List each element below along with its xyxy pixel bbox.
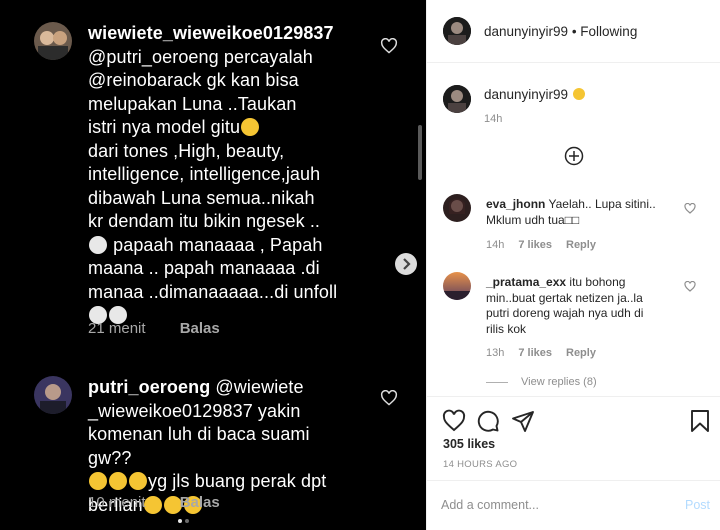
caption-time: 14h [484, 113, 503, 125]
tongue-emoji-icon [109, 472, 127, 490]
comment-meta: 21 menit Balas [88, 320, 220, 337]
comment-time: 21 menit [88, 320, 146, 337]
avatar[interactable] [443, 272, 471, 300]
comment-line: @wiewiete [210, 377, 304, 397]
comment-line: yg jls buang perak dpt [148, 471, 327, 491]
carousel-dots [178, 510, 192, 528]
avatar [34, 376, 72, 414]
caption-username[interactable]: danunyinyir99 [484, 87, 568, 102]
heart-icon[interactable] [442, 409, 466, 433]
view-replies-divider [486, 382, 508, 383]
comment-line: dibawah Luna semua..nikah [88, 187, 315, 208]
paper-plane-icon[interactable] [511, 409, 535, 433]
chevron-right-icon[interactable] [395, 253, 417, 275]
reply-button[interactable]: Balas [180, 320, 220, 337]
post-button[interactable]: Post [685, 498, 710, 512]
comment-meta: 14h 7 likes Reply [486, 239, 610, 251]
comment-text: _pratama_exx itu bohong min..buat gertak… [486, 275, 664, 337]
reply-button[interactable]: Reply [566, 239, 596, 251]
tongue-emoji-icon [89, 472, 107, 490]
author-username[interactable]: danunyinyir99 [484, 24, 568, 39]
heart-icon[interactable] [380, 390, 398, 406]
following-status[interactable]: Following [580, 24, 637, 39]
comment-username[interactable]: _pratama_exx [486, 275, 566, 289]
post-media: wiewiete_wieweikoe0129837 @putri_oeroeng… [0, 0, 426, 530]
comment-body: wiewiete_wieweikoe0129837 @putri_oeroeng… [88, 22, 348, 328]
likes-count[interactable]: 305 likes [443, 437, 495, 451]
plus-circle-icon[interactable] [564, 146, 584, 166]
comment-username[interactable]: wiewiete_wieweikoe0129837 [88, 22, 348, 46]
avatar [34, 22, 72, 60]
comment-line: intelligence, intelligence,jauh [88, 164, 321, 184]
crying-emoji-icon [89, 235, 107, 254]
comment-line: melupakan Luna ..Taukan [88, 93, 297, 114]
caption-text: danunyinyir99 [484, 87, 586, 102]
comment-line: komenan luh di baca suami gw?? [88, 424, 310, 468]
separator: • [568, 24, 581, 39]
add-comment-bar: Add a comment... Post [427, 480, 720, 530]
comment-username[interactable]: putri_oeroeng [88, 377, 210, 397]
post-header: danunyinyir99 • Following [427, 0, 720, 63]
comment-time: 10 menit [88, 494, 146, 511]
avatar[interactable] [443, 194, 471, 222]
tongue-emoji-icon [129, 472, 147, 490]
comment-line: _wieweikoe0129837 yakin [88, 400, 301, 421]
post-sidebar: danunyinyir99 • Following danunyinyir99 … [426, 0, 720, 530]
comment-likes[interactable]: 7 likes [518, 347, 552, 359]
view-replies-link[interactable]: View replies (8) [521, 376, 597, 388]
comment-icon[interactable] [476, 409, 500, 433]
comment-username[interactable]: eva_jhonn [486, 197, 545, 211]
comment-line: @putri_oeroeng percayalah [88, 46, 313, 67]
bookmark-icon[interactable] [688, 409, 712, 433]
avatar[interactable] [443, 85, 471, 113]
scrollbar-thumb[interactable] [418, 125, 422, 180]
comment-line: kr dendam itu bikin ngesek .. [88, 211, 321, 231]
heart-icon[interactable] [684, 203, 696, 214]
comment-meta: 13h 7 likes Reply [486, 347, 610, 359]
laughing-emoji-icon [241, 118, 260, 136]
comment-time: 14h [486, 239, 505, 251]
heart-icon[interactable] [380, 38, 398, 54]
post-header-label: danunyinyir99 • Following [484, 24, 637, 39]
post-timestamp: 14 HOURS AGO [443, 459, 518, 470]
reply-button[interactable]: Reply [566, 347, 596, 359]
comment-time: 13h [486, 347, 505, 359]
grin-emoji-icon [572, 88, 585, 100]
comment-meta: 10 menit Balas [88, 494, 220, 511]
comment-line: dari tones ,High, beauty, [88, 140, 285, 161]
reply-button[interactable]: Balas [180, 494, 220, 511]
comment-line: istri nya model gitu [88, 117, 241, 137]
comment-input[interactable]: Add a comment... [441, 498, 539, 512]
comment-text: eva_jhonn Yaelah.. Lupa sitini.. Mklum u… [486, 197, 664, 228]
heart-icon[interactable] [684, 281, 696, 292]
comment-line: papaah manaaaa , Papah [108, 234, 323, 255]
comment-line: maana .. papah manaaaa .di [88, 258, 320, 278]
avatar[interactable] [443, 17, 471, 45]
comment-likes[interactable]: 7 likes [518, 239, 552, 251]
comment-line: @reinobarack gk kan bisa [88, 70, 299, 90]
comment-line: manaa ..dimanaaaaa...di unfoll [88, 281, 338, 302]
